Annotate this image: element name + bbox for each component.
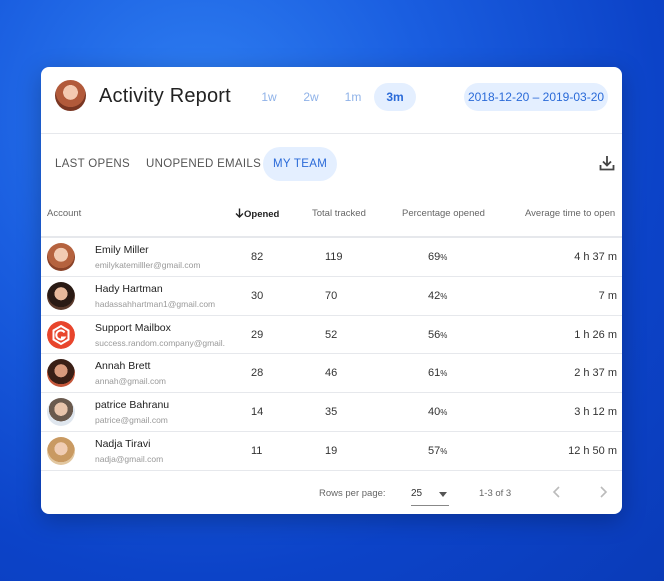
- support-logo-icon: [47, 320, 75, 349]
- avatar: [47, 436, 75, 465]
- prev-page-icon[interactable]: [549, 484, 565, 500]
- account-email: nadja@gmail.com: [95, 453, 164, 464]
- opened-count: 14: [251, 406, 264, 419]
- total-tracked-count: 35: [325, 406, 338, 419]
- rows-per-page-select[interactable]: 25: [411, 482, 449, 506]
- average-time-value: 4 h 37 m: [574, 251, 617, 263]
- tab-my-team[interactable]: MY TEAM: [263, 147, 338, 181]
- account-name: Emily Miller: [95, 244, 149, 256]
- date-range-picker[interactable]: 2018-12-20 – 2019-03-20: [464, 83, 608, 111]
- opened-count: 29: [251, 328, 264, 341]
- table-row[interactable]: Support Mailbox success.random.company@gm…: [41, 316, 622, 355]
- percentage-opened-value: 57%: [428, 444, 448, 457]
- total-tracked-count: 52: [325, 328, 338, 341]
- report-header: Activity Report 1w 2w 1m 3m 2018-12-20 –…: [41, 67, 622, 134]
- percentage-opened-value: 42%: [428, 289, 448, 302]
- account-email: patrice@gmail.com: [95, 415, 168, 426]
- range-1w-button[interactable]: 1w: [253, 83, 285, 111]
- range-1m-button[interactable]: 1m: [337, 83, 369, 111]
- range-2w-button[interactable]: 2w: [295, 83, 327, 111]
- account-name: Annah Brett: [95, 360, 151, 373]
- opened-count: 82: [251, 251, 264, 263]
- chevron-down-icon: [439, 492, 447, 497]
- account-name: Hady Hartman: [95, 282, 163, 295]
- table-row[interactable]: Hady Hartman hadassahhartman1@gmail.com 30…: [41, 277, 622, 316]
- col-opened-label: Opened: [244, 209, 280, 220]
- total-tracked-count: 19: [325, 444, 338, 457]
- next-page-icon[interactable]: [595, 484, 611, 500]
- tab-last-opens[interactable]: LAST OPENS: [45, 147, 140, 181]
- account-email: success.random.company@gmail.com: [95, 337, 225, 348]
- col-percentage-opened[interactable]: Percentage opened: [402, 208, 485, 219]
- account-name: Support Mailbox: [95, 321, 171, 334]
- tab-bar: LAST OPENS UNOPENED EMAILS MY TEAM: [41, 134, 622, 194]
- total-tracked-count: 46: [325, 367, 338, 380]
- total-tracked-count: 119: [325, 251, 343, 263]
- avatar: [47, 281, 75, 310]
- account-email: emilykatemilller@gmail.com: [95, 260, 201, 270]
- table-header: Account Opened Total tracked Percentage …: [41, 194, 622, 238]
- table-row[interactable]: Nadja Tiravi nadja@gmail.com 11 19 57% 12 h 5…: [41, 432, 622, 471]
- rows-per-page-value: 25: [411, 488, 423, 499]
- tab-unopened-emails[interactable]: UNOPENED EMAILS: [136, 147, 271, 181]
- account-email: hadassahhartman1@gmail.com: [95, 298, 216, 309]
- table-row[interactable]: patrice Bahranu patrice@gmail.com 14 35 40% 3…: [41, 393, 622, 432]
- percentage-opened-value: 61%: [428, 367, 448, 380]
- rows-per-page-label: Rows per page:: [319, 488, 386, 499]
- avatar: [47, 398, 75, 427]
- col-account[interactable]: Account: [47, 208, 81, 219]
- activity-report-card: Activity Report 1w 2w 1m 3m 2018-12-20 –…: [41, 67, 622, 514]
- table-row[interactable]: Annah Brett annah@gmail.com 28 46 61% 2 h 37 …: [41, 354, 622, 394]
- user-avatar[interactable]: [55, 80, 86, 111]
- download-icon[interactable]: [598, 154, 616, 172]
- total-tracked-count: 70: [325, 289, 338, 302]
- col-total-tracked[interactable]: Total tracked: [312, 208, 366, 219]
- opened-count: 30: [251, 289, 264, 302]
- table-row[interactable]: Emily Miller emilykatemilller@gmail.com 82…: [41, 238, 622, 277]
- page-title: Activity Report: [99, 85, 231, 107]
- range-3m-button[interactable]: 3m: [374, 83, 416, 111]
- average-time-value: 12 h 50 m: [568, 444, 617, 457]
- account-name: Nadja Tiravi: [95, 437, 151, 450]
- avatar: [47, 359, 75, 388]
- percentage-opened-value: 69%: [428, 251, 448, 263]
- opened-count: 11: [251, 444, 263, 457]
- average-time-value: 3 h 12 m: [574, 406, 617, 419]
- pagination-range: 1-3 of 3: [479, 488, 512, 499]
- percentage-opened-value: 56%: [428, 328, 448, 341]
- opened-count: 28: [251, 367, 264, 380]
- average-time-value: 7 m: [598, 289, 617, 302]
- average-time-value: 2 h 37 m: [574, 367, 617, 380]
- account-name: patrice Bahranu: [95, 399, 170, 412]
- account-email: annah@gmail.com: [95, 376, 166, 387]
- col-opened-sorted[interactable]: Opened: [235, 208, 279, 220]
- sort-arrow-down-icon: [235, 208, 244, 218]
- table-footer: Rows per page: 25 1-3 of 3: [41, 469, 622, 514]
- average-time-value: 1 h 26 m: [574, 328, 617, 341]
- avatar: [47, 243, 75, 271]
- table-body: Emily Miller emilykatemilller@gmail.com 82…: [41, 238, 622, 471]
- percentage-opened-value: 40%: [428, 406, 448, 419]
- col-average-time[interactable]: Average time to open: [525, 208, 615, 219]
